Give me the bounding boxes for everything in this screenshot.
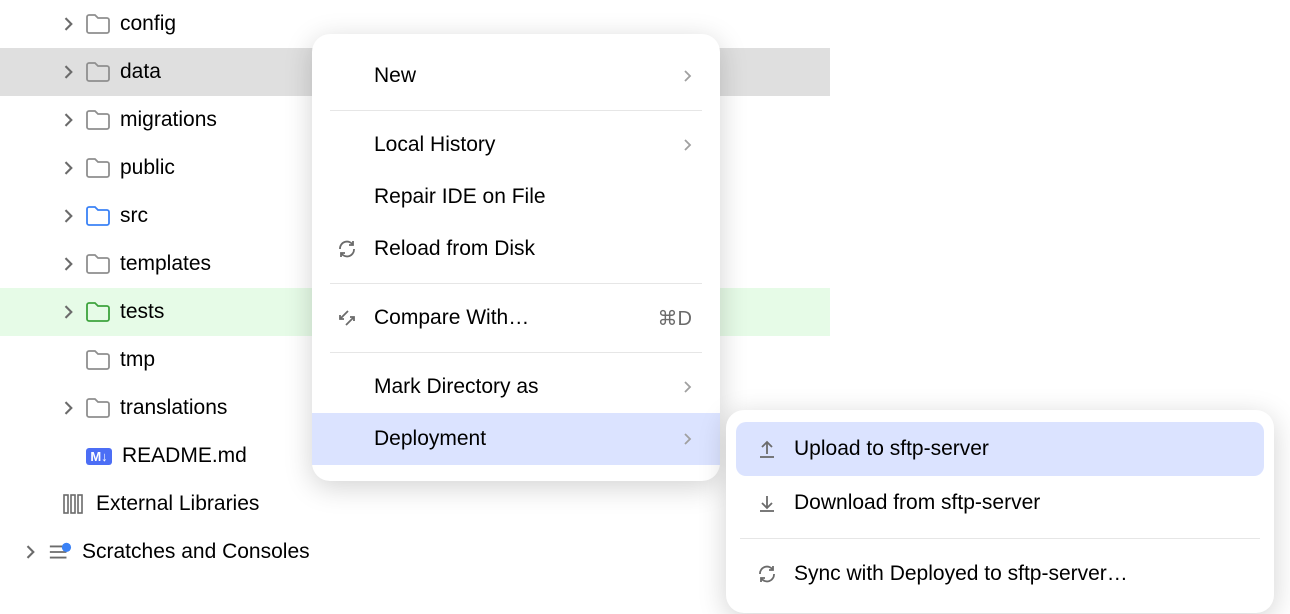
tree-item-label: migrations <box>120 108 217 132</box>
menu-item-compare-with[interactable]: Compare With… ⌘D <box>312 292 720 344</box>
chevron-right-icon <box>684 139 692 151</box>
menu-item-mark-directory[interactable]: Mark Directory as <box>312 361 720 413</box>
download-icon <box>754 490 780 516</box>
compare-icon <box>334 305 360 331</box>
scratches-and-consoles[interactable]: Scratches and Consoles <box>0 528 830 576</box>
folder-icon <box>86 156 110 180</box>
separator <box>330 283 702 284</box>
folder-icon <box>86 60 110 84</box>
menu-item-label: Deployment <box>374 427 670 451</box>
menu-item-repair-ide[interactable]: Repair IDE on File <box>312 171 720 223</box>
menu-item-label: Repair IDE on File <box>374 185 692 209</box>
chevron-right-icon <box>684 70 692 82</box>
chevron-right-icon <box>62 17 76 31</box>
chevron-right-icon <box>24 545 38 559</box>
tree-item-label: Scratches and Consoles <box>82 540 310 564</box>
deployment-submenu: Upload to sftp-server Download from sftp… <box>726 410 1274 613</box>
menu-item-label: Download from sftp-server <box>794 491 1240 515</box>
menu-item-deployment[interactable]: Deployment <box>312 413 720 465</box>
menu-item-label: Upload to sftp-server <box>794 437 1240 461</box>
menu-item-label: Sync with Deployed to sftp-server… <box>794 562 1240 586</box>
tree-item-label: public <box>120 156 175 180</box>
tree-item-label: config <box>120 12 176 36</box>
menu-item-download[interactable]: Download from sftp-server <box>736 476 1264 530</box>
menu-item-upload[interactable]: Upload to sftp-server <box>736 422 1264 476</box>
tree-item-label: src <box>120 204 148 228</box>
folder-icon <box>86 396 110 420</box>
tree-item-label: tmp <box>120 348 155 372</box>
menu-item-label: Compare With… <box>374 306 644 330</box>
folder-icon <box>86 108 110 132</box>
tree-item-label: tests <box>120 300 164 324</box>
upload-icon <box>754 436 780 462</box>
folder-icon <box>86 348 110 372</box>
chevron-right-icon <box>62 401 76 415</box>
tree-item-label: translations <box>120 396 227 420</box>
separator <box>740 538 1260 539</box>
chevron-right-icon <box>62 305 76 319</box>
folder-icon <box>86 252 110 276</box>
separator <box>330 110 702 111</box>
chevron-right-icon <box>684 381 692 393</box>
tree-item-label: README.md <box>122 444 247 468</box>
menu-item-label: Reload from Disk <box>374 237 692 261</box>
menu-item-label: Local History <box>374 133 670 157</box>
shortcut-label: ⌘D <box>658 306 692 331</box>
tree-item-label: templates <box>120 252 211 276</box>
tree-item-label: data <box>120 60 161 84</box>
menu-item-label: New <box>374 64 670 88</box>
chevron-right-icon <box>62 113 76 127</box>
library-icon <box>62 492 86 516</box>
markdown-icon: M↓ <box>86 448 112 465</box>
sync-icon <box>754 561 780 587</box>
external-libraries[interactable]: External Libraries <box>0 480 830 528</box>
chevron-right-icon <box>62 209 76 223</box>
menu-item-new[interactable]: New <box>312 50 720 102</box>
scratches-icon <box>48 540 72 564</box>
context-menu: New Local History Repair IDE on File Rel… <box>312 34 720 481</box>
separator <box>330 352 702 353</box>
menu-item-local-history[interactable]: Local History <box>312 119 720 171</box>
chevron-right-icon <box>62 65 76 79</box>
tree-item-label: External Libraries <box>96 492 259 516</box>
reload-icon <box>334 236 360 262</box>
menu-item-sync[interactable]: Sync with Deployed to sftp-server… <box>736 547 1264 601</box>
folder-icon <box>86 300 110 324</box>
menu-item-reload-disk[interactable]: Reload from Disk <box>312 223 720 275</box>
chevron-right-icon <box>684 433 692 445</box>
menu-item-label: Mark Directory as <box>374 375 670 399</box>
chevron-right-icon <box>62 161 76 175</box>
chevron-right-icon <box>62 257 76 271</box>
folder-icon <box>86 204 110 228</box>
folder-icon <box>86 12 110 36</box>
